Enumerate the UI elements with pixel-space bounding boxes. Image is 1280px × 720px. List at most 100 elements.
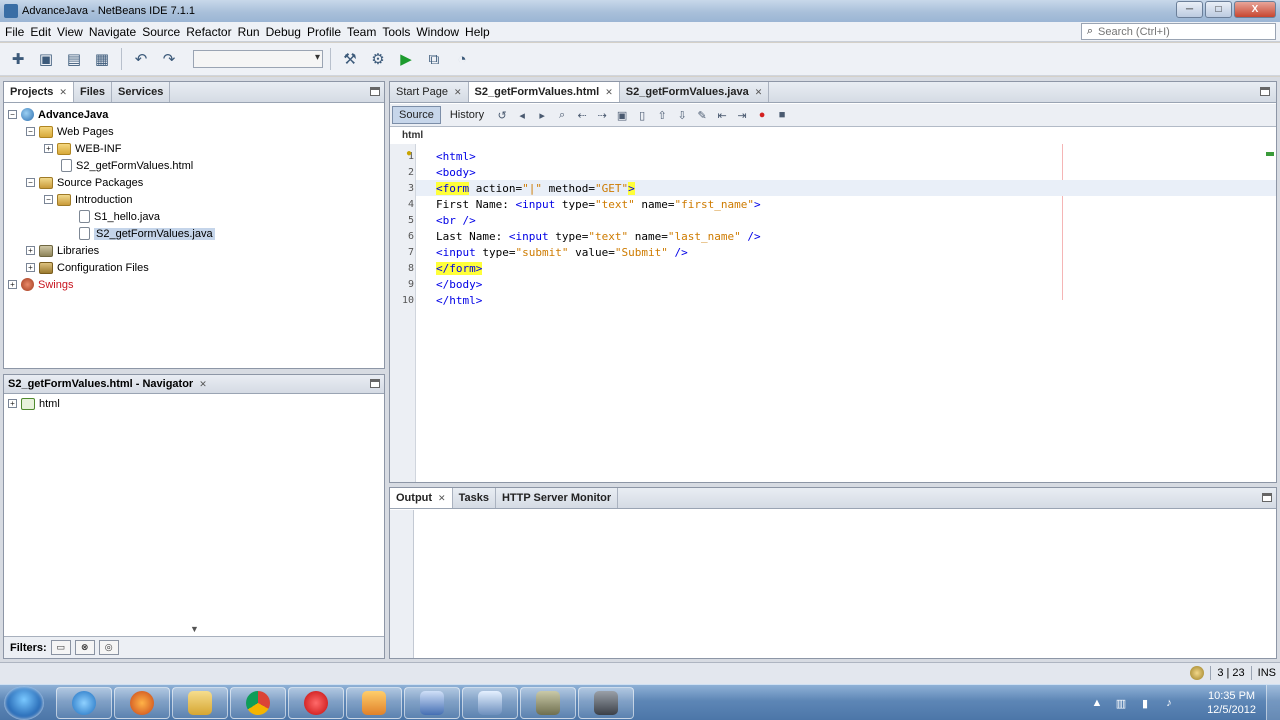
close-tab-icon[interactable]: ✕ xyxy=(199,379,207,390)
tree-item-introduction[interactable]: − Introduction xyxy=(8,191,384,208)
volume-icon[interactable]: ♪ xyxy=(1162,696,1176,710)
history-view-button[interactable]: History xyxy=(443,106,491,124)
tab-files[interactable]: Files xyxy=(74,82,113,102)
tab-services[interactable]: Services xyxy=(112,82,171,102)
collapse-toggle-icon[interactable]: − xyxy=(26,178,35,187)
expand-toggle-icon[interactable]: + xyxy=(8,280,17,289)
close-tab-icon[interactable]: ✕ xyxy=(605,87,613,98)
collapse-toggle-icon[interactable]: − xyxy=(26,127,35,136)
taskbar-netbeans[interactable] xyxy=(462,687,518,719)
stop-macro-icon[interactable]: ■ xyxy=(773,106,791,124)
tab-projects[interactable]: Projects ✕ xyxy=(4,82,74,102)
start-macro-icon[interactable]: ● xyxy=(753,106,771,124)
breadcrumb[interactable]: html xyxy=(402,130,423,141)
next-bookmark-icon[interactable]: ⇩ xyxy=(673,106,691,124)
build-hammer-icon[interactable]: ⚒ xyxy=(338,47,362,71)
tree-item-s2-java[interactable]: S2_getFormValues.java xyxy=(8,225,384,242)
menu-help[interactable]: Help xyxy=(462,25,493,39)
minimize-panel-icon[interactable] xyxy=(370,87,380,96)
menu-profile[interactable]: Profile xyxy=(304,25,344,39)
tree-item-web-inf[interactable]: + WEB-INF xyxy=(8,140,384,157)
last-edit-icon[interactable]: ↺ xyxy=(493,106,511,124)
profile-icon[interactable]: ◔ xyxy=(450,47,474,71)
tab-tasks[interactable]: Tasks xyxy=(453,488,496,508)
taskbar-chrome[interactable] xyxy=(230,687,286,719)
tree-item-advancejava[interactable]: − AdvanceJava xyxy=(8,106,384,123)
menu-tools[interactable]: Tools xyxy=(379,25,413,39)
taskbar-opera[interactable] xyxy=(288,687,344,719)
output-content[interactable] xyxy=(390,510,1276,658)
menu-view[interactable]: View xyxy=(54,25,86,39)
find-icon[interactable]: ⌕ xyxy=(553,106,571,124)
shift-left-icon[interactable]: ⇤ xyxy=(713,106,731,124)
close-tab-icon[interactable]: ✕ xyxy=(438,493,446,504)
minimize-button[interactable]: ─ xyxy=(1176,1,1203,18)
redo-icon[interactable]: ↷ xyxy=(157,47,181,71)
expand-toggle-icon[interactable]: + xyxy=(26,246,35,255)
menu-source[interactable]: Source xyxy=(139,25,183,39)
taskbar-app-1[interactable] xyxy=(404,687,460,719)
collapse-toggle-icon[interactable]: − xyxy=(44,195,53,204)
tree-item-swings[interactable]: + Swings xyxy=(8,276,384,293)
menu-navigate[interactable]: Navigate xyxy=(86,25,139,39)
show-desktop-button[interactable] xyxy=(1266,685,1280,720)
filter-inherited-icon[interactable]: ◎ xyxy=(98,640,119,655)
tab-http-monitor[interactable]: HTTP Server Monitor xyxy=(496,488,619,508)
toggle-highlight-icon[interactable]: ▣ xyxy=(613,106,631,124)
open-project-icon[interactable]: ▤ xyxy=(62,47,86,71)
find-previous-icon[interactable]: ⇠ xyxy=(573,106,591,124)
menu-debug[interactable]: Debug xyxy=(263,25,304,39)
notification-icon[interactable] xyxy=(1190,666,1205,680)
taskbar-app-2[interactable] xyxy=(520,687,576,719)
tree-item-libraries[interactable]: + Libraries xyxy=(8,242,384,259)
tree-item-s1-hello[interactable]: S1_hello.java xyxy=(8,208,384,225)
menu-run[interactable]: Run xyxy=(235,25,263,39)
debug-icon[interactable]: ⧉ xyxy=(422,47,446,71)
caret-position[interactable]: 3 | 23 xyxy=(1217,667,1244,679)
close-button[interactable]: X xyxy=(1234,1,1276,18)
taskbar-app-3[interactable] xyxy=(578,687,634,719)
toggle-bookmark-icon[interactable]: ✎ xyxy=(693,106,711,124)
menu-refactor[interactable]: Refactor xyxy=(183,25,234,39)
save-all-icon[interactable]: ▦ xyxy=(90,47,114,71)
chevron-down-icon[interactable]: ▼ xyxy=(190,624,199,634)
power-icon[interactable]: ▮ xyxy=(1138,696,1152,710)
maximize-button[interactable]: □ xyxy=(1205,1,1232,18)
new-project-icon[interactable]: ▣ xyxy=(34,47,58,71)
menu-window[interactable]: Window xyxy=(413,25,462,39)
filter-static-icon[interactable]: ⊗ xyxy=(74,640,95,655)
expand-toggle-icon[interactable]: + xyxy=(44,144,53,153)
menu-team[interactable]: Team xyxy=(344,25,379,39)
tree-item-web-pages[interactable]: − Web Pages xyxy=(8,123,384,140)
taskbar-media[interactable] xyxy=(346,687,402,719)
tab-start-page[interactable]: Start Page ✕ xyxy=(390,82,469,102)
shift-right-icon[interactable]: ⇥ xyxy=(733,106,751,124)
tree-item-html-file[interactable]: S2_getFormValues.html xyxy=(8,157,384,174)
close-tab-icon[interactable]: ✕ xyxy=(755,87,763,98)
new-file-icon[interactable]: ✚ xyxy=(6,47,30,71)
show-hidden-icons-icon[interactable]: ▲ xyxy=(1090,696,1104,710)
tab-java-file[interactable]: S2_getFormValues.java ✕ xyxy=(620,82,770,102)
rectangular-selection-icon[interactable]: ▯ xyxy=(633,106,651,124)
source-view-button[interactable]: Source xyxy=(392,106,441,124)
close-tab-icon[interactable]: ✕ xyxy=(59,87,67,98)
run-icon[interactable]: ▶ xyxy=(394,47,418,71)
taskbar-clock[interactable]: 10:35 PM 12/5/2012 xyxy=(1207,689,1256,717)
tab-output[interactable]: Output ✕ xyxy=(390,488,453,508)
search-box[interactable]: ⌕ xyxy=(1081,23,1276,40)
menu-file[interactable]: File xyxy=(2,25,27,39)
forward-icon[interactable]: ▸ xyxy=(533,106,551,124)
configuration-select[interactable] xyxy=(193,50,323,68)
minimize-panel-icon[interactable] xyxy=(1262,493,1272,502)
tab-html-file[interactable]: S2_getFormValues.html ✕ xyxy=(468,82,620,102)
clean-build-icon[interactable]: ⚙ xyxy=(366,47,390,71)
start-button[interactable] xyxy=(4,686,44,720)
previous-bookmark-icon[interactable]: ⇧ xyxy=(653,106,671,124)
expand-toggle-icon[interactable]: + xyxy=(26,263,35,272)
network-icon[interactable]: ▥ xyxy=(1114,696,1128,710)
find-next-icon[interactable]: ⇢ xyxy=(593,106,611,124)
collapse-toggle-icon[interactable]: − xyxy=(8,110,17,119)
minimize-panel-icon[interactable] xyxy=(370,379,380,388)
close-tab-icon[interactable]: ✕ xyxy=(454,87,462,98)
code-editor[interactable]: ● <html> <body> <form action= "|" method=… xyxy=(406,144,1276,482)
